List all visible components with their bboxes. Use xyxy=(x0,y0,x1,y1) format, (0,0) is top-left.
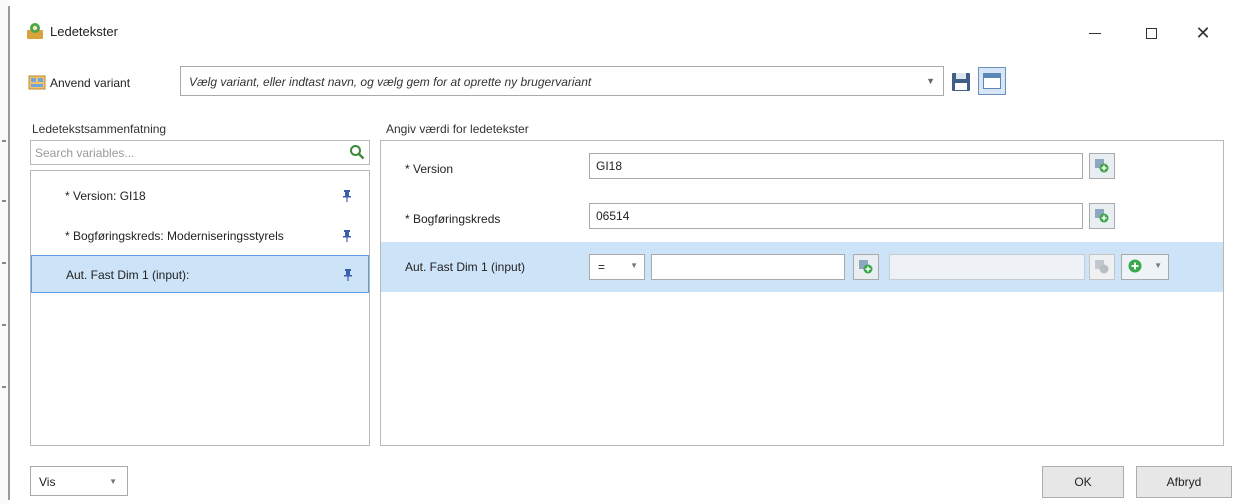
lookup-disabled-icon xyxy=(1095,260,1109,274)
edge-mark xyxy=(2,262,6,264)
summary-item-version[interactable]: * Version: GI18 xyxy=(31,177,369,215)
ok-button[interactable]: OK xyxy=(1042,466,1124,498)
vis-label: Vis xyxy=(39,475,56,489)
pin-icon[interactable] xyxy=(342,268,354,282)
variant-combobox[interactable]: Vælg variant, eller indtast navn, og væl… xyxy=(180,66,944,96)
chevron-down-icon: ▼ xyxy=(1154,261,1162,270)
prompt-label-bogforingskreds: * Bogføringskreds xyxy=(405,212,501,226)
summary-item-bogforingskreds[interactable]: * Bogføringskreds: Moderniseringsstyrels xyxy=(31,217,369,255)
lookup-icon xyxy=(1095,159,1109,173)
variant-placeholder: Vælg variant, eller indtast navn, og væl… xyxy=(189,75,592,89)
vis-dropdown[interactable]: Vis ▼ xyxy=(30,466,128,496)
chevron-down-icon: ▼ xyxy=(109,477,117,486)
version-field[interactable]: GI18 xyxy=(589,153,1083,179)
chevron-down-icon[interactable]: ▼ xyxy=(926,76,935,86)
maximize-icon xyxy=(1145,27,1157,39)
minimize-button[interactable] xyxy=(1072,18,1118,48)
lookup-dim-from-button[interactable] xyxy=(853,254,879,280)
edge-mark xyxy=(2,200,6,202)
lookup-dim-to-button[interactable] xyxy=(1089,254,1115,280)
chevron-down-icon: ▼ xyxy=(630,261,638,270)
left-edge xyxy=(0,0,8,504)
summary-header: Ledetekstsammenfatning xyxy=(32,122,167,136)
search-variables-box[interactable] xyxy=(30,140,370,165)
prompt-label-aut-fast-dim-1: Aut. Fast Dim 1 (input) xyxy=(405,260,526,274)
bogforingskreds-field[interactable]: 06514 xyxy=(589,203,1083,229)
cancel-button[interactable]: Afbryd xyxy=(1136,466,1232,498)
search-input[interactable] xyxy=(31,141,331,164)
prompt-row-version: * Version GI18 xyxy=(381,145,1223,193)
edge-mark xyxy=(2,324,6,326)
pin-icon[interactable] xyxy=(341,189,353,203)
close-icon: ✕ xyxy=(1195,22,1211,43)
prompts-dialog: Ledetekster ✕ Anvend variant Vælg varian… xyxy=(8,6,1232,500)
summary-item-label: * Bogføringskreds: Moderniseringsstyrels xyxy=(65,229,284,243)
operator-select[interactable]: = ▼ xyxy=(589,254,645,280)
window-layout-icon xyxy=(983,73,1001,89)
edge-mark xyxy=(2,386,6,388)
lookup-bogforingskreds-button[interactable] xyxy=(1089,203,1115,229)
lookup-version-button[interactable] xyxy=(1089,153,1115,179)
search-icon[interactable] xyxy=(349,144,365,160)
layout-button[interactable] xyxy=(978,67,1006,95)
prompt-label-version: * Version xyxy=(405,162,454,176)
summary-item-aut-fast-dim-1[interactable]: Aut. Fast Dim 1 (input): xyxy=(31,255,369,293)
apply-variant-label: Anvend variant xyxy=(50,76,131,90)
title-bar: Ledetekster ✕ xyxy=(10,6,1232,56)
dim-from-field[interactable] xyxy=(651,254,845,280)
close-button[interactable]: ✕ xyxy=(1180,18,1226,48)
maximize-button[interactable] xyxy=(1128,18,1174,48)
summary-item-label: Aut. Fast Dim 1 (input): xyxy=(66,268,190,282)
prompt-values-panel: * Version GI18 * Bogføringskreds 06514 A… xyxy=(380,140,1224,446)
add-criteria-button[interactable]: ▼ xyxy=(1121,254,1169,280)
prompt-row-bogforingskreds: * Bogføringskreds 06514 xyxy=(381,195,1223,243)
variant-row: Anvend variant Vælg variant, eller indta… xyxy=(10,66,1232,102)
minimize-icon xyxy=(1089,32,1101,34)
save-variant-icon[interactable] xyxy=(950,71,972,93)
dim-to-field[interactable] xyxy=(889,254,1085,280)
lookup-icon xyxy=(859,260,873,274)
app-icon xyxy=(27,23,43,39)
lookup-icon xyxy=(1095,209,1109,223)
summary-list: * Version: GI18 * Bogføringskreds: Moder… xyxy=(30,170,370,446)
summary-item-label: * Version: GI18 xyxy=(65,189,146,203)
window-title: Ledetekster xyxy=(50,24,118,39)
prompts-header: Angiv værdi for ledetekster xyxy=(386,122,529,136)
variant-icon xyxy=(28,75,46,90)
add-icon xyxy=(1128,259,1142,273)
edge-mark xyxy=(2,140,6,142)
prompt-row-aut-fast-dim-1: Aut. Fast Dim 1 (input) = ▼ ▼ xyxy=(381,242,1223,292)
operator-value: = xyxy=(598,260,606,274)
pin-icon[interactable] xyxy=(341,229,353,243)
